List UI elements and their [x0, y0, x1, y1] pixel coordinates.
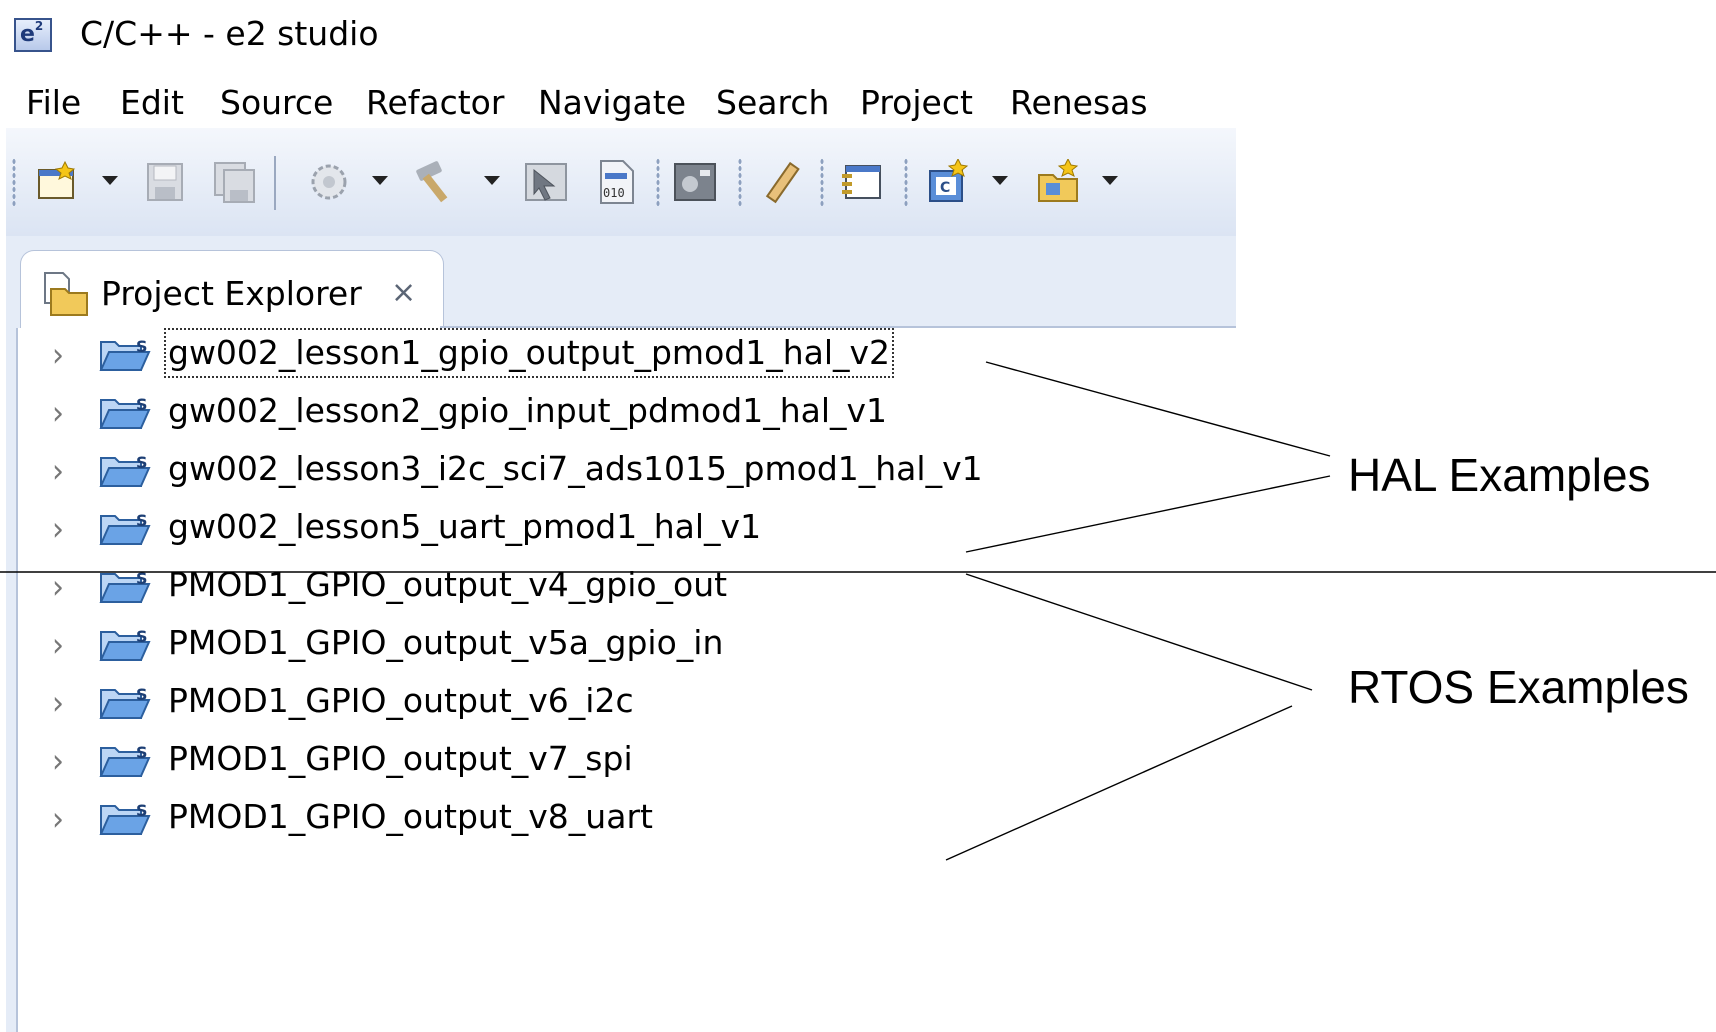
tree-item-label: PMOD1_GPIO_output_v4_gpio_out	[168, 565, 728, 604]
menu-project[interactable]: Project	[860, 80, 973, 126]
pencil-icon[interactable]	[758, 158, 806, 206]
svg-text:S: S	[136, 453, 148, 472]
e2-studio-app-icon[interactable]: e2	[14, 18, 52, 52]
project-explorer-icon	[41, 269, 91, 323]
tree-item[interactable]: › Sgw002_lesson1_gpio_output_pmod1_hal_v2	[18, 328, 1218, 380]
expand-chevron-icon[interactable]: ›	[52, 450, 64, 494]
expand-chevron-icon[interactable]: ›	[52, 392, 64, 436]
project-tree: › Sgw002_lesson1_gpio_output_pmod1_hal_v2…	[16, 328, 1238, 1032]
tree-item-label: gw002_lesson3_i2c_sci7_ads1015_pmod1_hal…	[168, 449, 983, 488]
svg-text:S: S	[136, 801, 148, 820]
menu-file[interactable]: File	[26, 80, 81, 126]
svg-text:S: S	[136, 337, 148, 356]
binary-file-icon[interactable]: 010	[594, 158, 640, 206]
expand-chevron-icon[interactable]: ›	[52, 682, 64, 726]
expand-chevron-icon[interactable]: ›	[52, 740, 64, 784]
debug-icon[interactable]	[518, 158, 574, 206]
svg-text:C: C	[940, 180, 950, 196]
tab-label: Project Explorer	[101, 274, 362, 313]
new-c-project-dropdown-icon[interactable]	[992, 176, 1008, 185]
save-all-icon[interactable]	[210, 158, 260, 206]
project-folder-icon: S	[98, 334, 152, 378]
menu-refactor[interactable]: Refactor	[366, 80, 504, 126]
toolbar-grip[interactable]	[12, 158, 16, 208]
toolbar-separator	[274, 156, 276, 210]
svg-text:S: S	[136, 627, 148, 646]
toolbar-grip[interactable]	[656, 158, 660, 208]
new-folder-dropdown-icon[interactable]	[1102, 176, 1118, 185]
tree-item[interactable]: › Sgw002_lesson5_uart_pmod1_hal_v1	[18, 502, 1218, 554]
close-icon[interactable]: ⨯	[391, 273, 416, 313]
expand-chevron-icon[interactable]: ›	[52, 334, 64, 378]
tree-item[interactable]: › S PMOD1_GPIO_output_v6_i2c	[18, 676, 1218, 728]
new-c-project-icon[interactable]: C	[924, 158, 974, 206]
project-folder-icon: S	[98, 740, 152, 784]
tree-item[interactable]: › S PMOD1_GPIO_output_v5a_gpio_in	[18, 618, 1218, 670]
menu-source[interactable]: Source	[220, 80, 333, 126]
terminal-icon[interactable]	[670, 158, 720, 206]
project-folder-icon: S	[98, 624, 152, 668]
svg-text:S: S	[136, 569, 148, 588]
expand-chevron-icon[interactable]: ›	[52, 624, 64, 668]
editor-icon[interactable]	[836, 158, 886, 206]
menu-edit[interactable]: Edit	[120, 80, 184, 126]
menu-search[interactable]: Search	[716, 80, 829, 126]
svg-text:010: 010	[603, 186, 625, 200]
tree-item-label: PMOD1_GPIO_output_v7_spi	[168, 739, 633, 778]
expand-chevron-icon[interactable]: ›	[52, 798, 64, 842]
project-folder-icon: S	[98, 508, 152, 552]
tree-item[interactable]: › S PMOD1_GPIO_output_v8_uart	[18, 792, 1218, 844]
new-folder-icon[interactable]	[1034, 158, 1084, 206]
toolbar-grip[interactable]	[820, 158, 824, 208]
svg-text:S: S	[136, 685, 148, 704]
build-hammer-icon[interactable]	[410, 158, 466, 206]
rtos-examples-label: RTOS Examples	[1348, 661, 1689, 713]
save-icon[interactable]	[142, 158, 188, 206]
build-dropdown-icon[interactable]	[484, 176, 500, 185]
menu-renesas[interactable]: Renesas	[1010, 80, 1148, 126]
project-folder-icon: S	[98, 392, 152, 436]
svg-text:S: S	[136, 395, 148, 414]
window-title: C/C++ - e2 studio	[80, 14, 379, 53]
tree-item-label: gw002_lesson2_gpio_input_pdmod1_hal_v1	[168, 391, 888, 430]
new-icon[interactable]	[34, 158, 80, 206]
tree-item[interactable]: › S PMOD1_GPIO_output_v7_spi	[18, 734, 1218, 786]
build-config-dropdown-icon[interactable]	[372, 176, 388, 185]
tree-item-label: PMOD1_GPIO_output_v8_uart	[168, 797, 653, 836]
expand-chevron-icon[interactable]: ›	[52, 566, 64, 610]
toolbar-grip[interactable]	[738, 158, 742, 208]
title-bar: e2 C/C++ - e2 studio	[0, 0, 1240, 70]
tree-item-label: gw002_lesson1_gpio_output_pmod1_hal_v2	[163, 328, 895, 378]
project-folder-icon: S	[98, 450, 152, 494]
svg-text:S: S	[136, 511, 148, 530]
tree-item[interactable]: › S PMOD1_GPIO_output_v4_gpio_out	[18, 560, 1218, 612]
menu-bar: File Edit Source Refactor Navigate Searc…	[0, 80, 1240, 126]
expand-chevron-icon[interactable]: ›	[52, 508, 64, 552]
new-dropdown-icon[interactable]	[102, 176, 118, 185]
tree-item[interactable]: › Sgw002_lesson3_i2c_sci7_ads1015_pmod1_h…	[18, 444, 1218, 496]
svg-text:S: S	[136, 743, 148, 762]
tree-item-label: PMOD1_GPIO_output_v5a_gpio_in	[168, 623, 724, 662]
tree-item-label: gw002_lesson5_uart_pmod1_hal_v1	[168, 507, 762, 546]
hal-examples-label: HAL Examples	[1348, 449, 1651, 501]
build-config-icon[interactable]	[306, 158, 352, 206]
toolbar-grip[interactable]	[904, 158, 908, 208]
main-toolbar: 010 C	[6, 128, 1236, 237]
project-folder-icon: S	[98, 798, 152, 842]
menu-navigate[interactable]: Navigate	[538, 80, 686, 126]
project-folder-icon: S	[98, 682, 152, 726]
project-folder-icon: S	[98, 566, 152, 610]
tree-item[interactable]: › Sgw002_lesson2_gpio_input_pdmod1_hal_v1	[18, 386, 1218, 438]
tree-item-label: PMOD1_GPIO_output_v6_i2c	[168, 681, 634, 720]
